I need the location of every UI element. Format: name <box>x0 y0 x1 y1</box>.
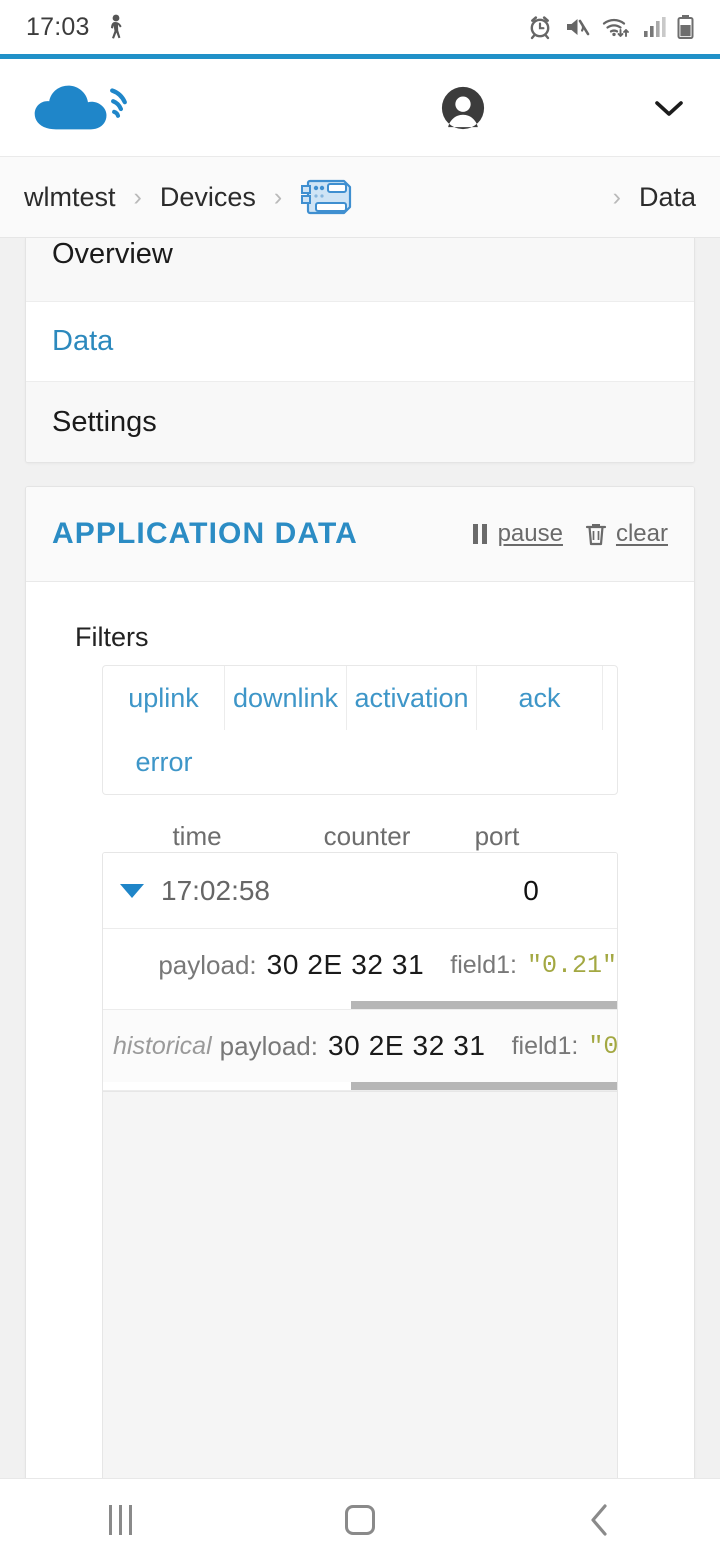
phone-screen: 17:03 <box>0 0 720 1560</box>
status-bar-clock: 17:03 <box>26 13 90 42</box>
header-account-area[interactable] <box>440 59 700 156</box>
payload-value: 30 2E 32 31 <box>328 1030 486 1062</box>
recents-icon <box>109 1505 132 1535</box>
table-body: 17:02:58 0 payload: 30 2E 32 31 field1: … <box>102 852 618 1092</box>
pause-label: pause <box>498 520 563 548</box>
filters-label: Filters <box>75 622 668 653</box>
filters-group: uplink downlink activation ack error <box>102 665 618 795</box>
nav-item-settings[interactable]: Settings <box>26 382 694 462</box>
nav-item-label: Settings <box>52 406 157 439</box>
payload-value: 30 2E 32 31 <box>267 949 425 981</box>
detail-content: payload: 30 2E 32 31 field1: "0.21" <box>103 929 617 1001</box>
caret-down-icon <box>120 884 144 898</box>
table-detail-row: historical payload: 30 2E 32 31 field1: … <box>103 1010 617 1091</box>
recents-button[interactable] <box>45 1479 195 1560</box>
device-nav-card: Overview Data Settings <box>25 238 695 463</box>
column-header-counter: counter <box>292 821 442 852</box>
field1-label: field1: <box>512 1032 579 1061</box>
nav-item-label: Overview <box>52 238 173 271</box>
payload-label: payload: <box>158 950 256 981</box>
nav-item-data[interactable]: Data <box>26 302 694 382</box>
scrollbar-thumb[interactable] <box>351 1001 617 1009</box>
breadcrumb: wlmtest › Devices › › Data <box>0 156 720 238</box>
filter-activation[interactable]: activation <box>347 666 477 730</box>
pause-button[interactable]: pause <box>471 520 563 548</box>
field1-label: field1: <box>450 951 517 980</box>
detail-tag: historical <box>113 1032 220 1061</box>
app-header <box>0 59 720 156</box>
battery-icon <box>677 14 694 40</box>
clear-button[interactable]: clear <box>585 520 668 548</box>
system-navigation-bar <box>0 1478 720 1560</box>
cell-port: 0 <box>471 875 591 907</box>
breadcrumb-separator: › <box>266 183 290 212</box>
filters-row-2: error <box>103 730 617 794</box>
filter-downlink[interactable]: downlink <box>225 666 347 730</box>
alarm-clock-icon <box>527 14 553 40</box>
home-button[interactable] <box>285 1479 435 1560</box>
person-walking-icon <box>104 14 126 40</box>
application-data-header: APPLICATION DATA pause <box>26 487 694 582</box>
breadcrumb-item-device[interactable] <box>290 177 364 217</box>
application-data-card: APPLICATION DATA pause <box>25 486 695 1493</box>
column-header-port: port <box>442 821 552 852</box>
status-bar-left: 17:03 <box>26 13 126 42</box>
column-header-time: time <box>102 821 292 852</box>
table-row[interactable]: 17:02:58 0 <box>103 853 617 929</box>
table-detail-row: payload: 30 2E 32 31 field1: "0.21" <box>103 929 617 1010</box>
wifi-icon <box>601 15 631 39</box>
data-table: time counter port 17:02:58 0 <box>52 821 668 1492</box>
cell-time: 17:02:58 <box>161 875 336 907</box>
nav-item-label: Data <box>52 325 113 358</box>
chevron-down-icon[interactable] <box>652 97 686 119</box>
scrollbar-thumb[interactable] <box>351 1082 617 1090</box>
breadcrumb-separator: › <box>605 183 629 212</box>
application-data-body: Filters uplink downlink activation ack e… <box>26 582 694 1492</box>
payload-label: payload: <box>220 1031 318 1062</box>
back-button[interactable] <box>525 1479 675 1560</box>
account-name <box>486 98 626 118</box>
page-body: Overview Data Settings APPLICATION DATA <box>0 238 720 1493</box>
horizontal-scrollbar[interactable] <box>103 1001 617 1009</box>
status-bar: 17:03 <box>0 0 720 54</box>
field1-value: "0.21" <box>527 951 617 980</box>
nav-item-overview[interactable]: Overview <box>26 238 694 302</box>
signal-icon <box>642 15 666 39</box>
application-data-actions: pause clear <box>471 520 668 548</box>
row-expand-toggle[interactable] <box>103 884 161 898</box>
pause-icon <box>471 522 489 546</box>
breadcrumb-item-devices[interactable]: Devices <box>150 182 266 213</box>
back-icon <box>586 1502 614 1538</box>
cloud-wifi-logo[interactable] <box>28 77 146 139</box>
clear-label: clear <box>616 520 668 548</box>
detail-content: historical payload: 30 2E 32 31 field1: … <box>103 1010 617 1082</box>
table-empty-area <box>102 1092 618 1492</box>
filter-ack[interactable]: ack <box>477 666 603 730</box>
page-title: APPLICATION DATA <box>52 517 358 551</box>
home-icon <box>345 1505 375 1535</box>
device-board-icon <box>300 177 354 217</box>
table-header-row: time counter port <box>52 821 668 852</box>
breadcrumb-separator: › <box>126 183 150 212</box>
filter-error[interactable]: error <box>103 730 225 794</box>
horizontal-scrollbar[interactable] <box>103 1082 617 1090</box>
field1-value: "0.21" <box>588 1032 618 1061</box>
breadcrumb-item-app[interactable]: wlmtest <box>14 182 126 213</box>
trash-icon <box>585 522 607 546</box>
mute-icon <box>564 15 590 39</box>
user-avatar-icon[interactable] <box>440 85 486 131</box>
breadcrumb-item-data: Data <box>629 182 706 213</box>
filter-uplink[interactable]: uplink <box>103 666 225 730</box>
status-bar-right <box>527 14 694 40</box>
